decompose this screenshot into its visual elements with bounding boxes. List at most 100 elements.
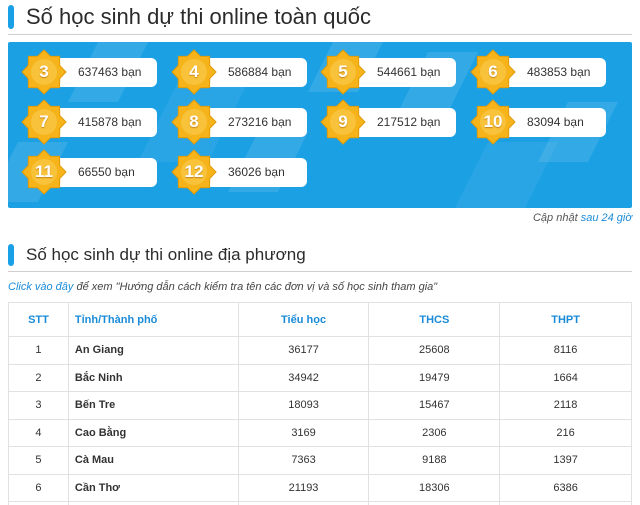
grade-number: 12	[184, 162, 204, 181]
grade-badge: 4	[171, 49, 217, 95]
grade-count-unit: bạn	[121, 115, 142, 129]
cell-primary: 21193	[237, 473, 370, 502]
grade-badge: 12	[171, 149, 217, 195]
grade-count: 36026 bạn	[228, 165, 285, 179]
grade-count-unit: bạn	[570, 65, 591, 79]
guide-note: Click vào đây để xem "Hướng dẫn cách kiể…	[8, 281, 437, 293]
cell-stt: 4	[8, 418, 69, 447]
table-row[interactable]: 7	[8, 501, 632, 505]
cell-secondary: 2306	[368, 418, 501, 447]
update-note: Cập nhật sau 24 giờ	[533, 212, 632, 224]
table-row[interactable]: 4 Cao Bằng 3169 2306 216	[8, 418, 632, 447]
cell-secondary: 9188	[368, 446, 501, 475]
grade-count-unit: bạn	[264, 165, 285, 179]
grade-card[interactable]: 11 66550 bạn	[21, 149, 157, 195]
table-row[interactable]: 3 Bến Tre 18093 15467 2118	[8, 391, 632, 420]
cell-primary: 34942	[237, 363, 370, 392]
grade-card[interactable]: 4 586884 bạn	[171, 49, 307, 95]
grade-card[interactable]: 8 273216 bạn	[171, 99, 307, 145]
cell-province: Bến Tre	[67, 391, 239, 420]
grade-card[interactable]: 6 483853 bạn	[470, 49, 606, 95]
column-header-province[interactable]: Tỉnh/Thành phố	[67, 302, 239, 337]
cell-stt: 6	[8, 473, 69, 502]
grade-count-unit: bạn	[121, 65, 142, 79]
cell-primary: 36177	[237, 336, 370, 365]
grade-count-value: 66550	[78, 165, 112, 179]
grade-count-value: 544661	[377, 65, 418, 79]
header-divider	[8, 271, 632, 272]
grade-number: 5	[338, 62, 348, 81]
cell-stt: 5	[8, 446, 69, 475]
grade-badge: 5	[320, 49, 366, 95]
grade-count-unit: bạn	[420, 115, 441, 129]
local-section-title: Số học sinh dự thi online địa phương	[26, 245, 306, 264]
grade-number: 7	[39, 112, 49, 131]
grade-count-unit: bạn	[420, 65, 441, 79]
table-row[interactable]: 2 Bắc Ninh 34942 19479 1664	[8, 363, 632, 392]
cell-secondary	[368, 501, 501, 505]
grade-count-unit: bạn	[271, 115, 292, 129]
header-divider	[8, 34, 632, 35]
grade-count-value: 483853	[527, 65, 568, 79]
grade-card[interactable]: 7 415878 bạn	[21, 99, 157, 145]
column-header-secondary[interactable]: THCS	[368, 302, 501, 337]
cell-secondary: 18306	[368, 473, 501, 502]
cell-secondary: 19479	[368, 363, 501, 392]
cell-high-school	[499, 501, 632, 505]
cell-stt: 2	[8, 363, 69, 392]
grade-card[interactable]: 9 217512 bạn	[320, 99, 456, 145]
cell-high-school: 6386	[499, 473, 632, 502]
national-section-header: Số học sinh dự thi online toàn quốc	[8, 4, 371, 30]
update-link[interactable]: sau 24 giờ	[581, 212, 632, 224]
cell-primary: 7363	[237, 446, 370, 475]
grade-count-value: 36026	[228, 165, 262, 179]
grade-count: 83094 bạn	[527, 115, 584, 129]
cell-province: Bắc Ninh	[67, 363, 239, 392]
column-header-high-school[interactable]: THPT	[499, 302, 632, 337]
column-header-stt[interactable]: STT	[8, 302, 69, 337]
grade-count: 637463 bạn	[78, 65, 141, 79]
cell-high-school: 2118	[499, 391, 632, 420]
grade-badge: 7	[21, 99, 67, 145]
grade-count-unit: bạn	[563, 115, 584, 129]
cell-stt: 3	[8, 391, 69, 420]
grade-count: 415878 bạn	[78, 115, 141, 129]
table-row[interactable]: 6 Cần Thơ 21193 18306 6386	[8, 473, 632, 502]
header-accent-bar	[8, 244, 14, 266]
cell-primary: 18093	[237, 391, 370, 420]
grade-card[interactable]: 10 83094 bạn	[470, 99, 606, 145]
grade-count: 586884 bạn	[228, 65, 291, 79]
grade-badge: 9	[320, 99, 366, 145]
national-section-title: Số học sinh dự thi online toàn quốc	[26, 4, 371, 29]
cell-primary: 3169	[237, 418, 370, 447]
grade-number: 8	[189, 112, 199, 131]
cell-high-school: 8116	[499, 336, 632, 365]
grade-count-value: 217512	[377, 115, 418, 129]
grade-count: 544661 bạn	[377, 65, 440, 79]
table-header-row: STT Tỉnh/Thành phố Tiểu học THCS THPT	[8, 302, 632, 337]
column-header-primary[interactable]: Tiểu học	[237, 302, 370, 337]
grade-count-unit: bạn	[271, 65, 292, 79]
grade-badge: 3	[21, 49, 67, 95]
grade-number: 4	[189, 62, 199, 81]
guide-link[interactable]: Click vào đây	[8, 281, 73, 293]
cell-province	[67, 501, 239, 505]
grade-badge: 10	[470, 99, 516, 145]
table-row[interactable]: 1 An Giang 36177 25608 8116	[8, 336, 632, 365]
grade-card[interactable]: 5 544661 bạn	[320, 49, 456, 95]
cell-province: Cao Bằng	[67, 418, 239, 447]
grade-count-unit: bạn	[114, 165, 135, 179]
grade-count: 217512 bạn	[377, 115, 440, 129]
grade-count: 66550 bạn	[78, 165, 135, 179]
grade-count-value: 415878	[78, 115, 119, 129]
grade-card[interactable]: 12 36026 bạn	[171, 149, 307, 195]
cell-stt: 1	[8, 336, 69, 365]
grade-card[interactable]: 3 637463 bạn	[21, 49, 157, 95]
cell-stt: 7	[8, 501, 69, 505]
grade-count-value: 637463	[78, 65, 119, 79]
grade-number: 10	[483, 112, 503, 131]
grade-count-value: 273216	[228, 115, 269, 129]
grade-number: 3	[39, 62, 49, 81]
grade-badge: 6	[470, 49, 516, 95]
table-row[interactable]: 5 Cà Mau 7363 9188 1397	[8, 446, 632, 475]
